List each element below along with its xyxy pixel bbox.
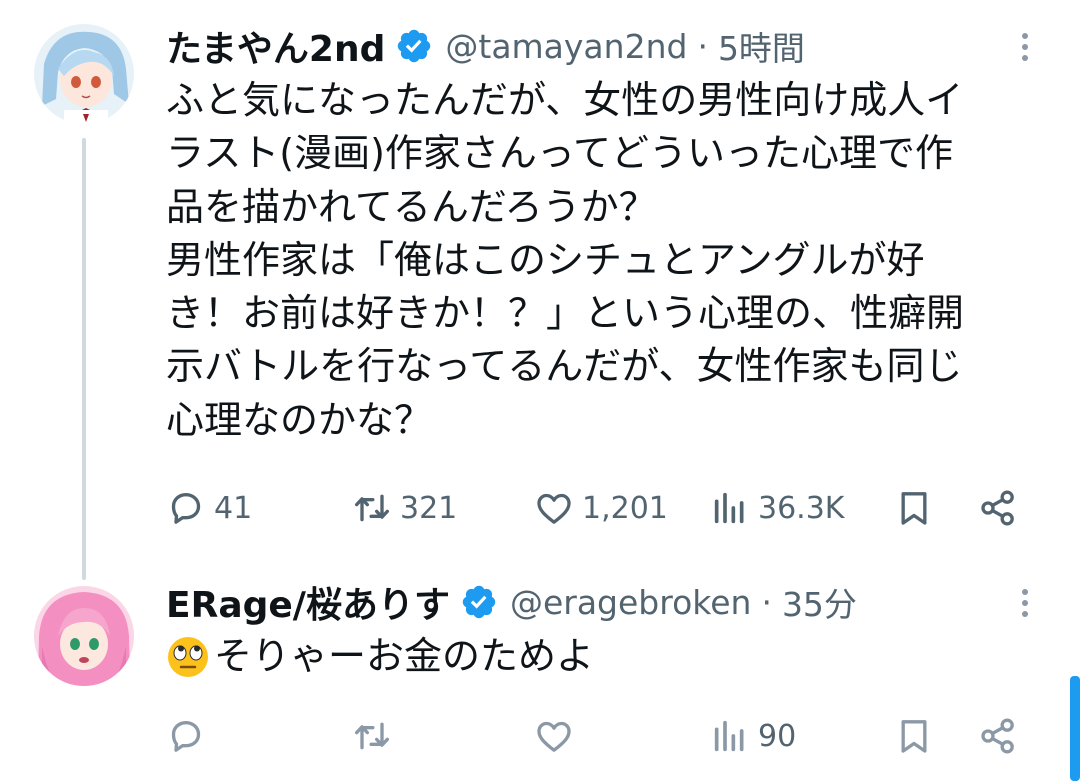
like-button[interactable]: 1,201	[534, 484, 668, 532]
reply-button[interactable]	[166, 712, 206, 760]
like-count: 1,201	[582, 490, 668, 526]
verified-badge-icon	[460, 583, 498, 621]
views-count: 36.3K	[758, 490, 845, 526]
views-count: 90	[758, 718, 797, 754]
share-button[interactable]	[978, 712, 1018, 760]
avatar-erage[interactable]	[34, 586, 134, 686]
separator-dot: ·	[697, 26, 708, 66]
more-options-icon[interactable]	[1022, 589, 1030, 622]
share-icon	[978, 488, 1018, 528]
repost-button[interactable]	[352, 712, 392, 760]
user-handle[interactable]: @eragebroken	[510, 583, 751, 622]
repost-icon	[352, 716, 392, 756]
tweet-header: ERage/桜ありす @eragebroken · 35分	[166, 576, 857, 628]
bookmark-button[interactable]	[894, 484, 934, 532]
separator-dot: ·	[761, 582, 772, 622]
views-button[interactable]: 90	[710, 712, 796, 760]
user-handle[interactable]: @tamayan2nd	[445, 27, 687, 66]
verified-badge-icon	[395, 27, 433, 65]
views-icon	[710, 488, 750, 528]
bookmark-icon	[894, 488, 934, 528]
tweet-text-row: そりゃーお金のためよ	[166, 630, 594, 683]
scrollbar-thumb[interactable]	[1070, 676, 1080, 781]
tweet-header: たまやん2nd @tamayan2nd · 5時間	[166, 20, 805, 72]
views-icon	[710, 716, 750, 756]
reply-count: 41	[214, 490, 253, 526]
tweet-text: そりゃーお金のためよ	[214, 634, 595, 678]
bookmark-icon	[894, 716, 934, 756]
share-icon	[978, 716, 1018, 756]
share-button[interactable]	[978, 484, 1018, 532]
display-name[interactable]: たまやん2nd	[166, 20, 385, 72]
tweet-text: ふと気になったんだが、女性の男性向け成人イ ラスト(漫画)作家さんってどういった…	[166, 78, 965, 442]
reply-button[interactable]: 41	[166, 484, 252, 532]
repost-button[interactable]: 321	[352, 484, 457, 532]
like-icon	[534, 488, 574, 528]
reply-icon	[166, 488, 206, 528]
timestamp[interactable]: 35分	[782, 578, 857, 626]
timestamp[interactable]: 5時間	[718, 22, 805, 70]
thread-connector-line	[82, 138, 86, 580]
like-button[interactable]	[534, 712, 574, 760]
display-name[interactable]: ERage/桜ありす	[166, 576, 450, 628]
like-icon	[534, 716, 574, 756]
more-options-icon[interactable]	[1022, 33, 1030, 66]
views-button[interactable]: 36.3K	[710, 484, 844, 532]
tweet-actions: 90	[166, 712, 1036, 760]
bookmark-button[interactable]	[894, 712, 934, 760]
reply-icon	[166, 716, 206, 756]
eye-roll-emoji	[166, 635, 210, 679]
tweet-actions: 41 321 1,201 36.3K	[166, 484, 1036, 532]
repost-count: 321	[400, 490, 458, 526]
avatar-tamayan[interactable]	[34, 24, 134, 124]
repost-icon	[352, 488, 392, 528]
